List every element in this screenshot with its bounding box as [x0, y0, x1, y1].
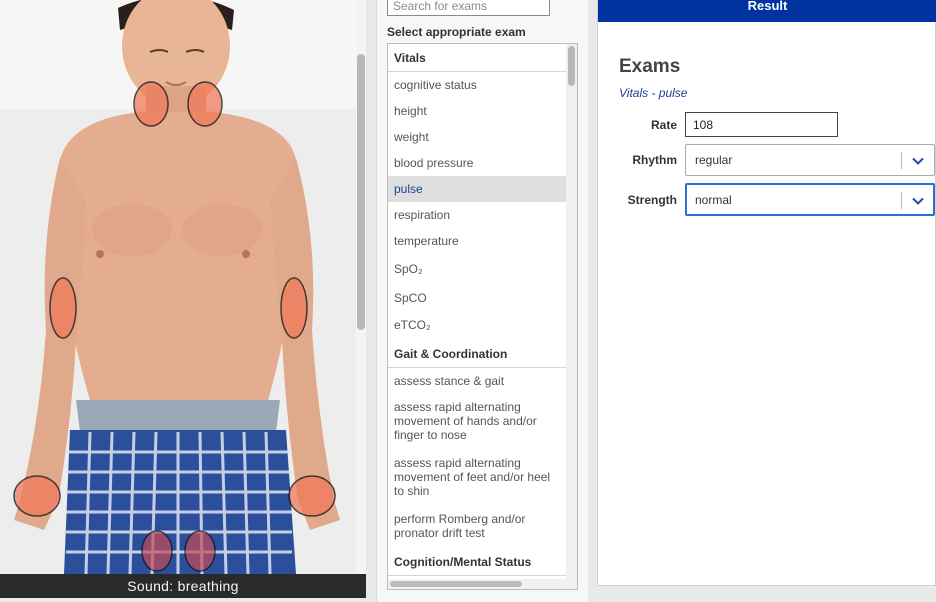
strength-select[interactable]: normal — [685, 183, 935, 216]
search-input[interactable] — [387, 0, 550, 16]
list-item[interactable]: SpCO — [388, 283, 566, 311]
pulse-point-radial-right[interactable] — [13, 475, 61, 517]
patient-figure — [0, 0, 358, 574]
rhythm-selected-value: regular — [695, 153, 733, 167]
exam-list: Vitals cognitive status height weight bl… — [387, 43, 578, 590]
strength-select-divider — [901, 192, 902, 209]
list-item[interactable]: height — [388, 98, 566, 124]
rhythm-label: Rhythm — [632, 153, 677, 167]
rate-label: Rate — [650, 118, 677, 132]
rhythm-select[interactable]: regular — [685, 144, 935, 176]
exam-list-horizontal-scrollbar-thumb[interactable] — [390, 581, 522, 587]
patient-viewer: Sound: breathing — [0, 0, 366, 598]
exam-list-horizontal-scrollbar[interactable] — [388, 579, 566, 589]
list-item[interactable]: assess rapid alternating movement of fee… — [388, 450, 566, 506]
list-item[interactable]: cognitive status — [388, 72, 566, 98]
pulse-point-radial-left[interactable] — [288, 475, 336, 517]
viewer-scrollbar-thumb[interactable] — [357, 54, 365, 330]
strength-label: Strength — [627, 193, 677, 207]
result-header: Result — [598, 0, 936, 22]
chevron-down-icon[interactable] — [911, 154, 925, 168]
rate-input[interactable] — [685, 112, 838, 137]
pulse-point-brachial-right[interactable] — [49, 277, 77, 339]
exam-breadcrumb: Vitals - pulse — [619, 86, 688, 100]
exam-list-scrollbar-thumb[interactable] — [568, 46, 575, 86]
list-item[interactable]: blood pressure — [388, 150, 566, 176]
exam-list-scrollbar[interactable] — [566, 44, 577, 589]
pulse-point-femoral-left[interactable] — [184, 530, 216, 572]
list-item[interactable]: perform Romberg and/or pronator drift te… — [388, 506, 566, 548]
rhythm-select-divider — [901, 152, 902, 169]
list-item[interactable]: respiration — [388, 202, 566, 228]
group-header-vitals[interactable]: Vitals — [388, 44, 566, 72]
list-item[interactable]: assess stance & gait — [388, 368, 566, 394]
exam-selector-panel: Select appropriate exam Vitals cognitive… — [376, 0, 588, 602]
list-item[interactable]: weight — [388, 124, 566, 150]
list-item[interactable]: temperature — [388, 228, 566, 254]
viewer-scrollbar[interactable] — [356, 0, 366, 574]
list-item-selected[interactable]: pulse — [388, 176, 566, 202]
list-item[interactable]: SpO₂ — [388, 254, 566, 283]
exams-title: Exams — [619, 56, 681, 77]
strength-selected-value: normal — [695, 193, 732, 207]
select-exam-label: Select appropriate exam — [387, 25, 526, 39]
pulse-point-femoral-right[interactable] — [141, 530, 173, 572]
sound-status: Sound: breathing — [0, 574, 366, 598]
result-panel: Result Exams Vitals - pulse Rate Rhythm … — [597, 0, 936, 586]
group-header-cognition-mental-status[interactable]: Cognition/Mental Status — [388, 548, 566, 576]
list-item[interactable]: eTCO₂ — [388, 311, 566, 340]
list-item[interactable]: assess rapid alternating movement of han… — [388, 394, 566, 450]
pulse-point-carotid-right[interactable] — [133, 81, 169, 127]
chevron-down-icon[interactable] — [911, 194, 925, 208]
pulse-point-carotid-left[interactable] — [187, 81, 223, 127]
pulse-point-brachial-left[interactable] — [280, 277, 308, 339]
group-header-gait-coordination[interactable]: Gait & Coordination — [388, 340, 566, 368]
